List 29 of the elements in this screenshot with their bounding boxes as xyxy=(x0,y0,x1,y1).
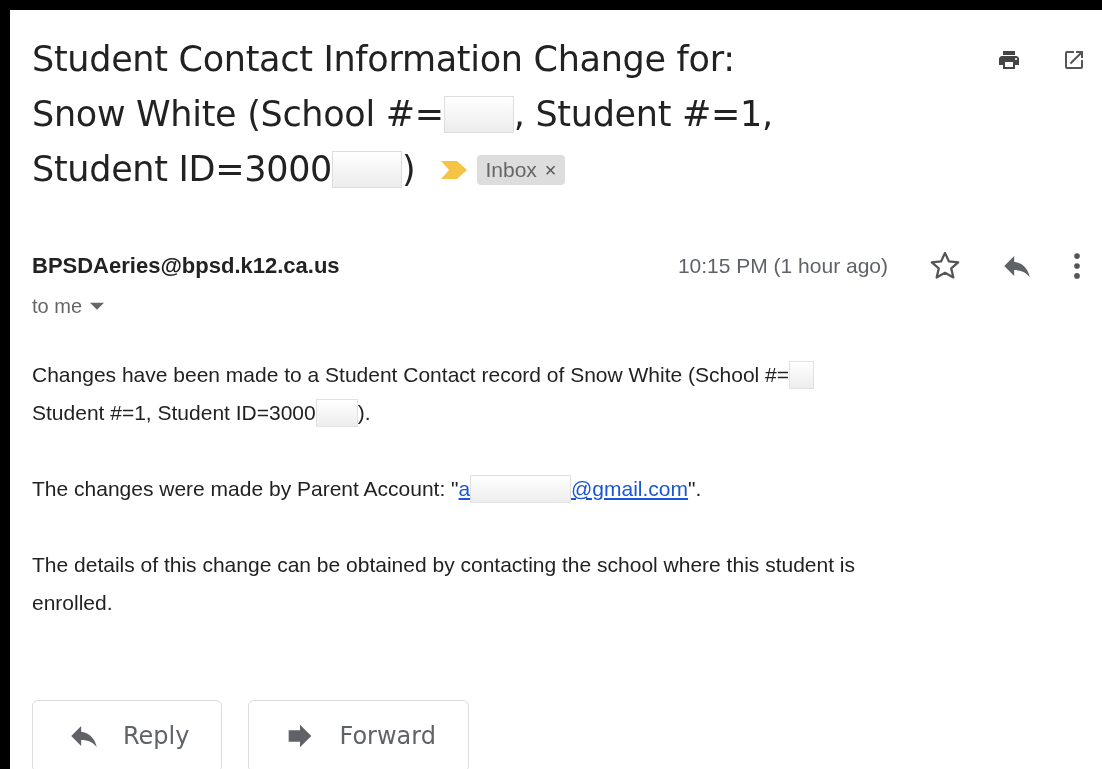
text-run: ) xyxy=(402,148,416,191)
recipient-text: to me xyxy=(32,295,83,318)
redaction-mark xyxy=(332,151,403,188)
inbox-label[interactable]: Inbox × xyxy=(477,154,565,185)
redaction-mark xyxy=(315,399,358,427)
email-link[interactable]: a xyxy=(458,470,471,508)
remove-label-button[interactable]: × xyxy=(544,155,557,184)
text-run: enrolled. xyxy=(32,590,113,616)
redaction-mark xyxy=(789,361,815,389)
redaction-mark xyxy=(443,96,514,133)
text-run: Changes have been made to a Student Contact record of Snow White (School #= xyxy=(32,362,790,388)
sender-address: BPSDAeries@bpsd.k12.ca.us xyxy=(32,253,341,279)
open-in-new-icon[interactable] xyxy=(1062,48,1086,72)
text-run: ". xyxy=(688,476,702,502)
message-time: 10:15 PM (1 hour ago) xyxy=(677,254,888,278)
label-text: Inbox xyxy=(485,156,537,183)
text-run: Snow White (School #= xyxy=(32,93,444,136)
print-icon[interactable] xyxy=(996,48,1022,72)
text-run: Student #=1, Student ID=3000 xyxy=(32,400,316,426)
text-run: , Student #=1, xyxy=(513,93,773,136)
text-run: The details of this change can be obtained by contacting the school where this student is xyxy=(32,552,856,578)
forward-button[interactable]: Forward xyxy=(248,700,469,769)
reply-button[interactable]: Reply xyxy=(32,700,223,769)
text-run: Student Contact Information Change for: xyxy=(32,38,735,81)
text-run: Student ID=3000 xyxy=(32,148,333,191)
text-run: ). xyxy=(357,400,371,426)
text-run: The changes were made by Parent Account: " xyxy=(32,476,459,502)
caret-icon[interactable] xyxy=(90,301,105,312)
email-link[interactable]: @gmail.com xyxy=(571,470,689,508)
